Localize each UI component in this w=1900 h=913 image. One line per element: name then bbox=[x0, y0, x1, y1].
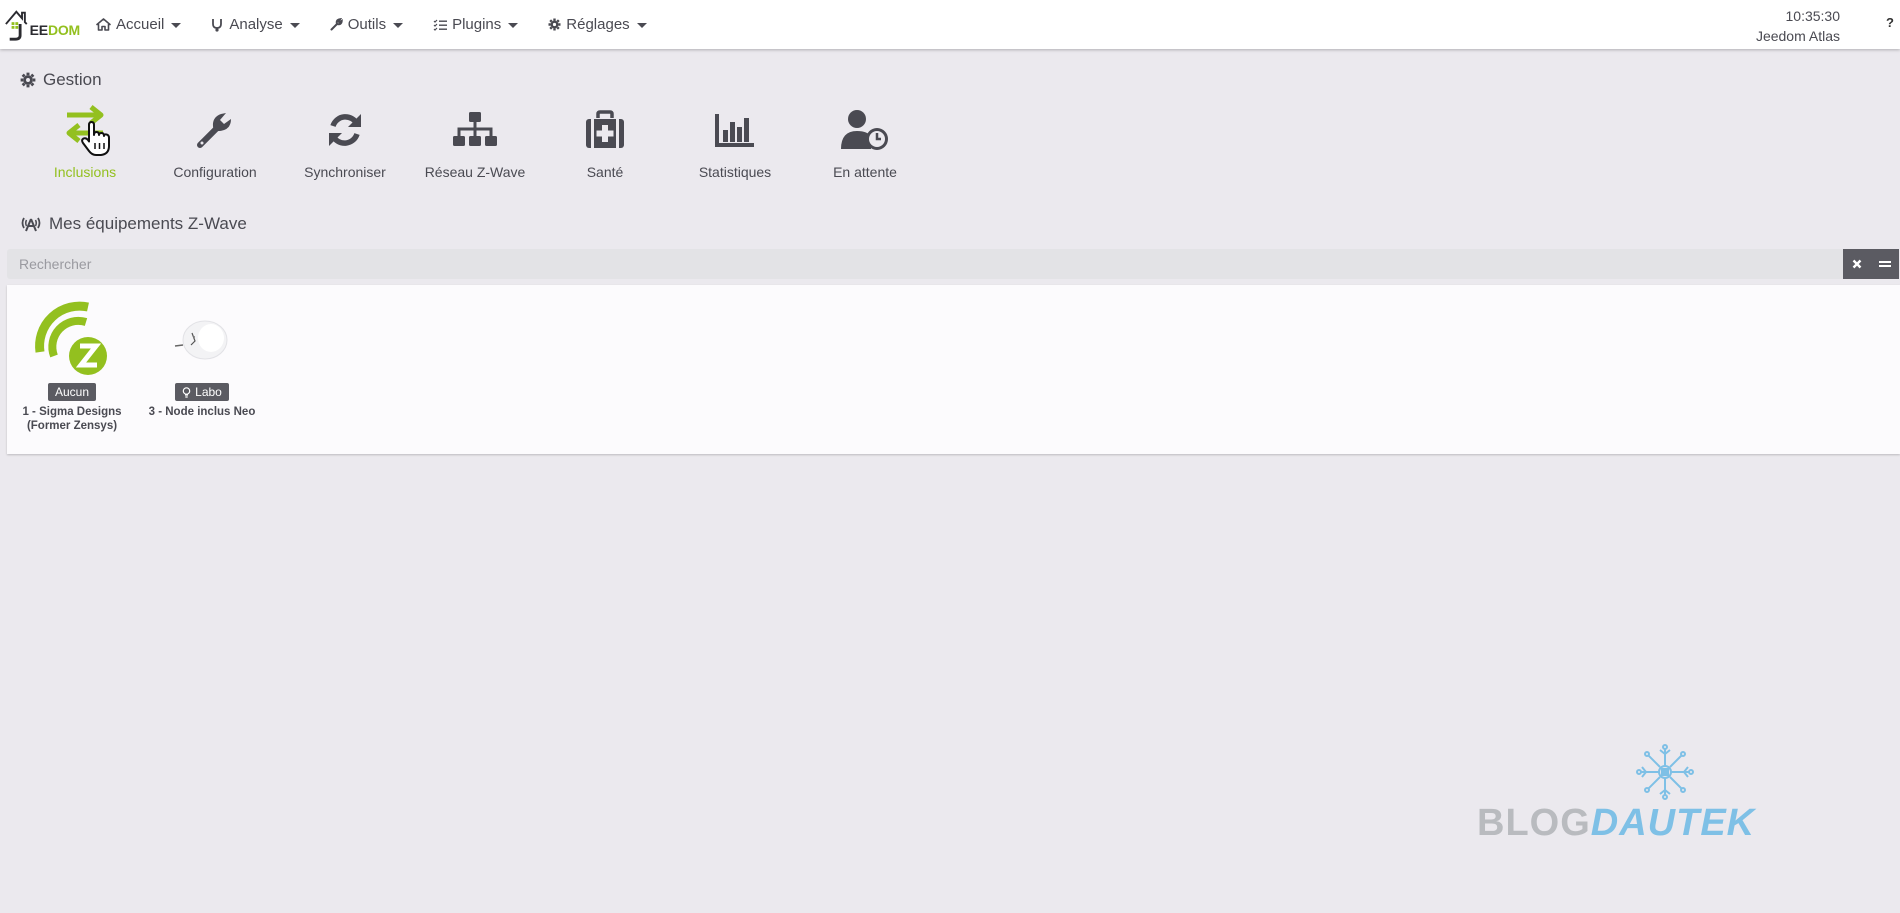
stethoscope-icon bbox=[212, 18, 223, 32]
menu-accueil[interactable]: Accueil bbox=[96, 0, 182, 49]
box-name: Jeedom Atlas bbox=[1755, 28, 1840, 44]
help-icon[interactable]: ? bbox=[1886, 15, 1900, 31]
clear-search-button[interactable] bbox=[1843, 249, 1871, 279]
equipment-card[interactable]: Labo 3 - Node inclus Neo bbox=[137, 300, 267, 419]
tile-en-attente[interactable]: En attente bbox=[800, 103, 930, 189]
equipment-name-line2: (Former Zensys) bbox=[26, 420, 118, 432]
top-navbar: EEDOM Accueil Analyse Outils Plugins Rég… bbox=[0, 0, 1900, 49]
room-badge: Labo bbox=[175, 383, 229, 401]
sync-icon bbox=[329, 114, 361, 146]
watermark-part1: BLOG bbox=[1477, 802, 1591, 844]
tile-synchroniser-label: Synchroniser bbox=[304, 164, 386, 180]
menu-outils-label: Outils bbox=[347, 16, 387, 33]
logo-text: EEDOM bbox=[29, 22, 81, 38]
tile-statistiques[interactable]: Statistiques bbox=[670, 103, 800, 189]
watermark-part2: DAUTEK bbox=[1590, 802, 1756, 844]
menu-plugins-label: Plugins bbox=[452, 16, 502, 33]
close-icon bbox=[1852, 259, 1862, 269]
sitemap-icon bbox=[453, 112, 497, 146]
gear-icon bbox=[548, 18, 561, 31]
wrench-icon bbox=[330, 18, 343, 31]
tile-configuration[interactable]: Configuration bbox=[150, 103, 280, 189]
equipments-title: Mes équipements Z-Wave bbox=[20, 214, 247, 234]
equipment-name-line1: 3 - Node inclus Neo bbox=[148, 406, 256, 418]
equipment-name-line1: 1 - Sigma Designs bbox=[22, 406, 122, 418]
tile-inclusions-label: Inclusions bbox=[53, 164, 117, 180]
menu-analyse-label: Analyse bbox=[229, 16, 283, 33]
watermark-text: BLOGDAUTEK bbox=[1477, 802, 1755, 845]
room-badge: Aucun bbox=[47, 383, 97, 401]
main-menu: Accueil Analyse Outils Plugins Réglages bbox=[96, 0, 677, 49]
equipment-image bbox=[22, 300, 122, 380]
chevron-down-icon bbox=[289, 23, 300, 28]
room-badge-label: Labo bbox=[195, 385, 222, 399]
smart-plug-image bbox=[174, 320, 228, 360]
bar-chart-icon bbox=[715, 114, 754, 147]
gestion-title-label: Gestion bbox=[43, 70, 102, 89]
tile-sante[interactable]: Santé bbox=[540, 103, 670, 189]
tile-inclusions[interactable]: Inclusions bbox=[20, 103, 150, 189]
jeedom-logo[interactable]: EEDOM bbox=[4, 6, 80, 42]
user-clock-icon bbox=[841, 110, 888, 150]
room-badge-label: Aucun bbox=[54, 385, 90, 399]
exchange-arrows-icon bbox=[66, 105, 110, 156]
gear-icon bbox=[20, 72, 36, 88]
equals-icon bbox=[1879, 261, 1891, 267]
chevron-down-icon bbox=[508, 23, 519, 28]
menu-plugins[interactable]: Plugins bbox=[433, 0, 519, 49]
tile-sante-label: Santé bbox=[586, 164, 624, 180]
zwave-logo-icon bbox=[35, 301, 107, 375]
tile-reseau-zwave[interactable]: Réseau Z-Wave bbox=[410, 103, 540, 189]
circuit-snowflake-icon bbox=[1636, 744, 1694, 800]
menu-accueil-label: Accueil bbox=[116, 16, 165, 33]
wrench-icon bbox=[197, 113, 231, 148]
tasks-icon bbox=[433, 19, 448, 31]
chevron-down-icon bbox=[393, 23, 404, 28]
tile-configuration-label: Configuration bbox=[173, 164, 257, 180]
equipment-name: 1 - Sigma Designs (Former Zensys) bbox=[22, 405, 121, 433]
sort-button[interactable] bbox=[1871, 249, 1899, 279]
chevron-down-icon bbox=[171, 23, 182, 28]
search-input[interactable] bbox=[7, 249, 1843, 279]
menu-analyse[interactable]: Analyse bbox=[211, 0, 300, 49]
home-icon bbox=[96, 18, 111, 31]
chevron-down-icon bbox=[636, 23, 647, 28]
menu-outils[interactable]: Outils bbox=[330, 0, 404, 49]
gestion-tiles: Inclusions Configuration Synchroniser Ré… bbox=[20, 103, 930, 189]
tile-en-attente-label: En attente bbox=[833, 164, 897, 180]
gestion-title: Gestion bbox=[20, 70, 102, 90]
equipment-image bbox=[152, 300, 252, 380]
equipments-title-label: Mes équipements Z-Wave bbox=[49, 214, 247, 233]
tile-reseau-zwave-label: Réseau Z-Wave bbox=[424, 164, 526, 180]
equipment-name: 3 - Node inclus Neo bbox=[149, 405, 256, 419]
medkit-icon bbox=[586, 110, 624, 148]
broadcast-tower-icon bbox=[21, 217, 41, 232]
watermark: BLOGDAUTEK bbox=[1470, 742, 1860, 852]
clock-time: 10:35:30 bbox=[1785, 8, 1841, 24]
menu-reglages-label: Réglages bbox=[566, 16, 630, 33]
house-logo-icon bbox=[5, 10, 28, 41]
menu-reglages[interactable]: Réglages bbox=[548, 0, 647, 49]
tile-statistiques-label: Statistiques bbox=[698, 164, 772, 180]
equipment-card[interactable]: Aucun 1 - Sigma Designs (Former Zensys) bbox=[7, 300, 137, 433]
clock: 10:35:30 Jeedom Atlas bbox=[1756, 6, 1840, 46]
lightbulb-icon bbox=[182, 386, 191, 398]
equipments-panel: Aucun 1 - Sigma Designs (Former Zensys) … bbox=[7, 285, 1900, 454]
tile-synchroniser[interactable]: Synchroniser bbox=[280, 103, 410, 189]
